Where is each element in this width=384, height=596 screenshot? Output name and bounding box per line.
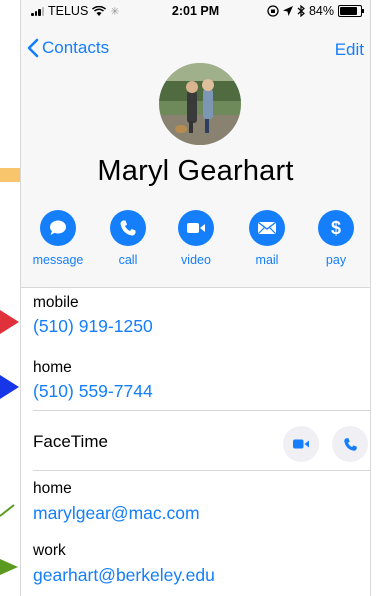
blue-arrow	[0, 375, 19, 399]
contact-avatar[interactable]	[159, 63, 241, 145]
mail-icon	[249, 210, 285, 246]
facetime-row: FaceTime	[33, 432, 370, 452]
action-mail-label: mail	[255, 253, 279, 267]
header-divider	[21, 287, 370, 288]
facetime-top-divider	[33, 410, 370, 411]
email-home-row[interactable]: home marylgear@mac.com	[33, 480, 370, 524]
screenshot-frame: TELUS ✳ 2:01 PM 84% Contacts Edit Maryl …	[0, 0, 384, 596]
facetime-audio-button[interactable]	[332, 426, 368, 462]
contact-card-screen: TELUS ✳ 2:01 PM 84% Contacts Edit Maryl …	[20, 0, 371, 596]
email-top-divider	[33, 470, 370, 471]
orientation-lock-icon	[267, 5, 279, 17]
action-pay-label: pay	[325, 253, 347, 267]
back-label: Contacts	[42, 38, 110, 57]
red-arrow	[0, 310, 19, 334]
phone-home-row[interactable]: home (510) 559-7744	[33, 359, 370, 402]
action-message[interactable]: message	[28, 210, 88, 267]
video-icon	[178, 210, 214, 246]
phone-icon	[110, 210, 146, 246]
action-mail[interactable]: mail	[237, 210, 297, 267]
green-line	[0, 504, 15, 517]
message-icon	[40, 210, 76, 246]
battery-percent: 84%	[308, 4, 334, 18]
action-bar: message call video mail $ pay	[21, 210, 370, 280]
action-video[interactable]: video	[166, 210, 226, 267]
facetime-label: FaceTime	[33, 432, 108, 451]
green-arrow	[0, 559, 18, 575]
email-home-label: home	[33, 480, 72, 497]
phone-mobile-value[interactable]: (510) 919-1250	[33, 316, 370, 337]
video-icon	[293, 439, 309, 449]
action-message-label: message	[32, 253, 84, 267]
action-call-label: call	[118, 253, 138, 267]
contact-name: Maryl Gearhart	[97, 155, 294, 187]
action-pay[interactable]: $ pay	[306, 210, 366, 267]
location-icon	[282, 6, 293, 16]
status-bar: TELUS ✳ 2:01 PM 84%	[21, 0, 370, 22]
email-work-label: work	[33, 542, 66, 559]
battery-icon	[338, 5, 364, 17]
facetime-video-button[interactable]	[283, 426, 319, 462]
email-work-value[interactable]: gearhart@berkeley.edu	[33, 565, 370, 586]
phone-home-value[interactable]: (510) 559-7744	[33, 381, 370, 402]
action-video-label: video	[181, 253, 211, 267]
email-home-value[interactable]: marylgear@mac.com	[33, 503, 370, 524]
phone-mobile-row[interactable]: mobile (510) 919-1250	[33, 294, 370, 337]
back-button[interactable]: Contacts	[27, 38, 109, 58]
dollar-icon: $	[318, 210, 354, 246]
action-call[interactable]: call	[98, 210, 158, 267]
status-right-group: 84%	[267, 4, 364, 18]
edit-button[interactable]: Edit	[335, 40, 364, 60]
phone-home-label: home	[33, 359, 72, 376]
chevron-left-icon	[27, 38, 39, 58]
phone-mobile-label: mobile	[33, 294, 79, 311]
bluetooth-icon	[297, 5, 305, 17]
avatar-photo	[159, 63, 241, 145]
email-work-row[interactable]: work gearhart@berkeley.edu	[33, 542, 370, 586]
phone-icon	[343, 437, 357, 451]
